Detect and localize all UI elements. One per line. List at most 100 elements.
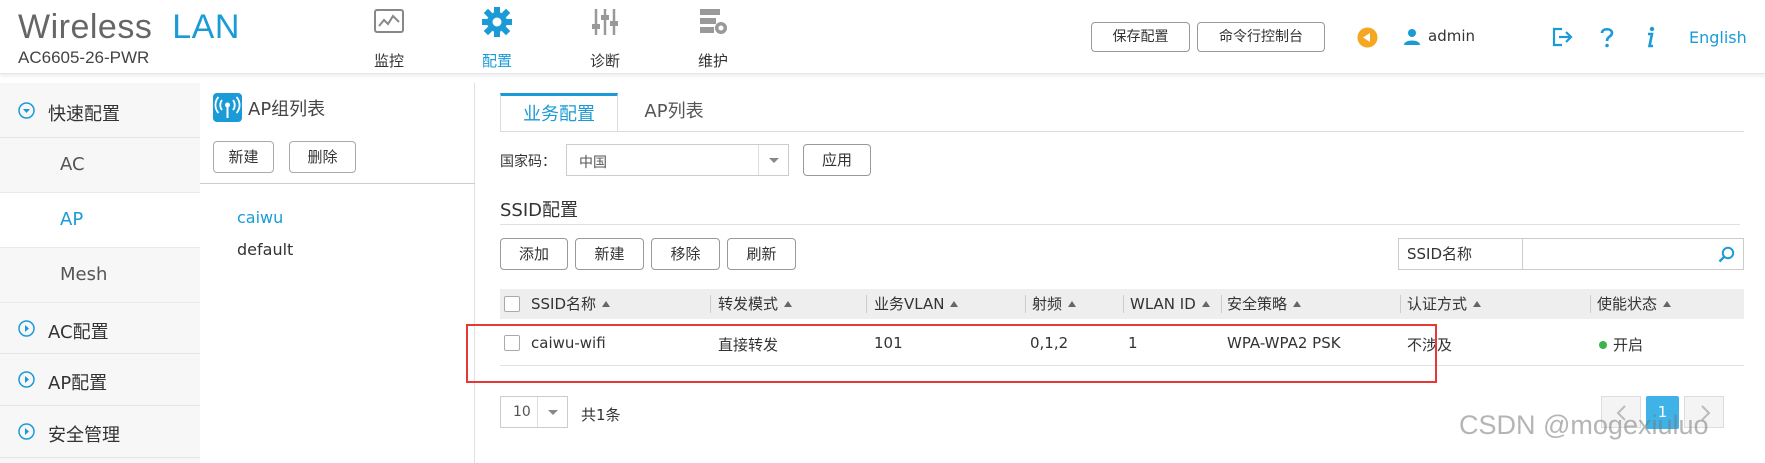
remove-button[interactable]: 移除 [651,238,720,270]
column-header-wlan-id[interactable]: WLAN ID [1130,289,1210,319]
sidebar-item-label: 安全管理 [48,425,120,446]
cell-wlan-id: 1 [1128,334,1138,352]
ap-group-panel: AP组列表 新建 删除 caiwu default [200,83,475,463]
sidebar-item-mesh[interactable]: Mesh [0,248,200,303]
total-count: 共1条 [581,406,621,424]
country-code-label: 国家码： [500,154,556,170]
server-gear-icon [700,9,727,34]
chevron-right-circle-icon [18,320,35,337]
column-header-label: 转发模式 [718,295,779,313]
sidebar-item-ac[interactable]: AC [0,138,200,193]
sidebar-item-ac-config[interactable]: AC配置 [0,303,200,354]
chevron-down-circle-icon [18,102,35,119]
nav-diagnose[interactable]: 诊断 [560,6,650,71]
cell-radio: 0,1,2 [1030,334,1069,352]
nav-monitor-label: 监控 [373,52,404,70]
table-header: SSID名称 转发模式 业务VLAN 射频 WLAN ID 安全策略 认证方式 … [500,289,1744,319]
column-header-label: 安全策略 [1227,295,1288,313]
cell-vlan: 101 [874,334,903,352]
gear-icon [482,7,512,37]
country-code-select[interactable]: 中国 [566,144,789,176]
sliders-icon [592,9,618,35]
cli-console-button[interactable]: 命令行控制台 [1197,22,1325,52]
row-checkbox[interactable] [504,335,520,351]
status-text: 开启 [1613,336,1644,354]
cell-forward-mode: 直接转发 [718,336,779,354]
divider [200,183,475,184]
delete-group-button[interactable]: 删除 [289,141,356,173]
sidebar-item-security[interactable]: 安全管理 [0,406,200,458]
sidebar-item-label: AC配置 [48,322,109,343]
notification-icon[interactable] [1357,27,1378,48]
sort-asc-icon [1293,301,1302,307]
save-config-button[interactable]: 保存配置 [1091,22,1190,52]
column-header-label: 认证方式 [1407,295,1468,313]
new-group-button[interactable]: 新建 [213,141,274,173]
sort-asc-icon [784,301,793,307]
select-all-checkbox[interactable] [504,296,520,312]
sidebar-item-label: 快速配置 [48,104,120,125]
sidebar-item-label: AC [60,154,85,175]
sidebar-item-label: AP配置 [48,373,108,394]
sort-asc-icon [1201,301,1210,307]
column-header-enable-status[interactable]: 使能状态 [1597,289,1672,319]
watermark: CSDN @mogexiuluo [1459,410,1709,440]
nav-config-label: 配置 [481,52,512,70]
language-switch[interactable]: English [1689,28,1747,47]
column-separator [1221,295,1222,313]
column-header-label: SSID名称 [531,295,597,313]
sidebar-item-ap-config[interactable]: AP配置 [0,354,200,406]
column-header-vlan[interactable]: 业务VLAN [874,289,959,319]
ap-group-item-default[interactable]: default [237,240,293,259]
apply-button[interactable]: 应用 [803,144,871,176]
column-header-radio[interactable]: 射频 [1032,289,1077,319]
chevron-right-circle-icon [18,423,35,440]
cell-auth-mode: 不涉及 [1407,336,1453,354]
column-header-label: 使能状态 [1597,295,1658,313]
divider [500,224,1740,225]
help-icon[interactable] [1598,26,1616,48]
sort-asc-icon [602,301,611,307]
info-icon[interactable] [1643,26,1657,48]
search-field-label[interactable]: SSID名称 [1398,238,1522,270]
page-size-select[interactable]: 10 [500,396,568,428]
column-header-security-policy[interactable]: 安全策略 [1227,289,1302,319]
sort-asc-icon [950,301,959,307]
ap-group-item-caiwu[interactable]: caiwu [237,208,283,227]
column-header-ssid[interactable]: SSID名称 [531,289,611,319]
brand-title-part2: LAN [172,8,240,46]
search-icon[interactable] [1718,246,1735,263]
page-size-value: 10 [513,404,531,420]
nav-config[interactable]: 配置 [452,6,542,71]
column-header-label: 射频 [1032,295,1063,313]
sort-asc-icon [1663,301,1672,307]
nav-maintain-label: 维护 [697,52,728,70]
brand: Wireless LAN AC6605-26-PWR [18,8,240,68]
nav-diagnose-label: 诊断 [589,52,620,70]
column-separator [1590,295,1591,313]
cell-ssid[interactable]: caiwu-wifi [531,334,606,352]
add-button[interactable]: 添加 [500,238,568,270]
tab-ap-list[interactable]: AP列表 [628,93,720,131]
column-header-label: WLAN ID [1130,295,1196,313]
left-sidebar: 快速配置 AC AP Mesh AC配置 AP配置 安全管理 [0,83,200,463]
user-name[interactable]: admin [1428,27,1475,45]
top-header: Wireless LAN AC6605-26-PWR 监控 配置 诊断 维护 保… [0,0,1765,74]
search-input[interactable] [1522,238,1744,270]
nav-maintain[interactable]: 维护 [668,6,758,71]
column-header-label: 业务VLAN [874,295,945,313]
sort-asc-icon [1068,301,1077,307]
column-header-auth-mode[interactable]: 认证方式 [1407,289,1482,319]
nav-monitor[interactable]: 监控 [344,6,434,71]
logout-icon[interactable] [1551,26,1573,48]
table-row[interactable]: caiwu-wifi 直接转发 101 0,1,2 1 WPA-WPA2 PSK… [500,320,1744,366]
column-header-forward-mode[interactable]: 转发模式 [718,289,793,319]
refresh-button[interactable]: 刷新 [727,238,796,270]
tab-service-config[interactable]: 业务配置 [500,93,618,131]
sidebar-item-quick-config[interactable]: 快速配置 [0,83,200,138]
new-ssid-button[interactable]: 新建 [575,238,644,270]
ap-antenna-icon [213,93,242,122]
sidebar-item-ap[interactable]: AP [0,193,200,248]
column-separator [1025,295,1026,313]
brand-title: Wireless LAN [18,8,240,46]
